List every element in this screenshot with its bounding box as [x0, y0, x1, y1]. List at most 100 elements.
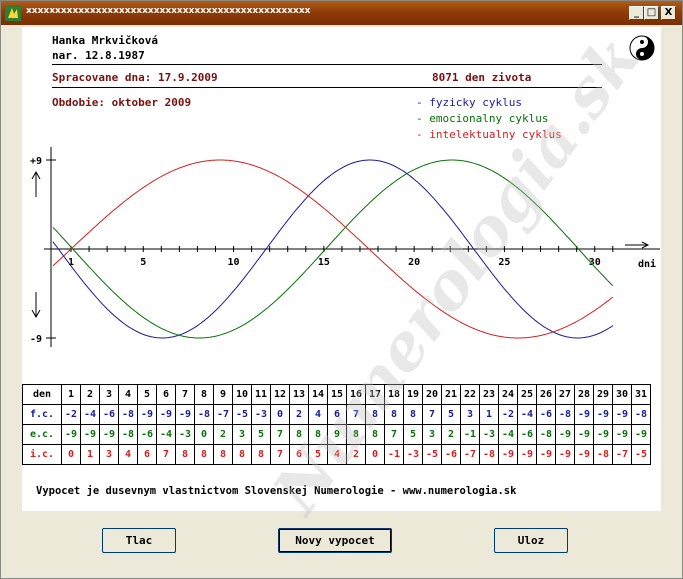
days-lived: 8071 den zivota [432, 71, 532, 84]
table-cell: 5 [308, 444, 328, 465]
table-cell: 26 [536, 384, 556, 405]
table-cell: -6 [536, 404, 556, 425]
table-cell: -9 [137, 404, 157, 425]
table-cell: 6 [327, 404, 347, 425]
table-cell: 30 [612, 384, 632, 405]
table-cell: 0 [61, 444, 81, 465]
table-cell: -6 [441, 444, 461, 465]
table-cell: -9 [61, 424, 81, 445]
table-cell: -3 [479, 424, 499, 445]
table-cell: -5 [232, 404, 252, 425]
table-cell: 21 [441, 384, 461, 405]
table-cell: 7 [270, 424, 290, 445]
table-cell: 5 [403, 424, 423, 445]
table-cell: 2 [213, 424, 233, 445]
table-cell: -5 [631, 444, 651, 465]
table-cell: -4 [80, 404, 100, 425]
x-tick-label: 15 [318, 257, 330, 268]
table-cell: 2 [289, 404, 309, 425]
table-cell: 1 [80, 444, 100, 465]
down-arrow [31, 292, 41, 319]
close-button[interactable]: X [661, 6, 676, 20]
yin-yang-icon [629, 35, 655, 61]
table-row: i.c. 0 1 3 4 6 7 8 8 8 8 8 7 6 5 4 2 0 -1 -3 -5 -6 -7 -8 -9 -9 -9-… [22, 444, 651, 465]
table-cell: -9 [517, 444, 537, 465]
row-label: e.c. [22, 424, 62, 445]
title-bar[interactable]: xxxxxxxxxxxxxxxxxxxxxxxxxxxxxxxxxxxxxxxx… [1, 1, 682, 25]
table-cell: 13 [289, 384, 309, 405]
table-cell: 23 [479, 384, 499, 405]
table-cell: 9 [213, 384, 233, 405]
table-cell: -9 [593, 424, 613, 445]
table-cell: 1 [61, 384, 81, 405]
table-cell: -9 [612, 424, 632, 445]
table-cell: -5 [422, 444, 442, 465]
table-cell: 8 [194, 384, 214, 405]
x-tick-label: 5 [140, 257, 146, 268]
table-cell: 9 [327, 424, 347, 445]
table-cell: -8 [479, 444, 499, 465]
table-cell: 6 [289, 444, 309, 465]
table-cell: 0 [270, 404, 290, 425]
table-cell: 0 [365, 444, 385, 465]
y-tick-label-top: +9 [30, 156, 42, 167]
table-cell: 11 [251, 384, 271, 405]
table-cell: -3 [251, 404, 271, 425]
table-cell: 8 [365, 404, 385, 425]
print-button[interactable]: Tlac [102, 528, 176, 553]
table-cell: 31 [631, 384, 651, 405]
table-cell: -6 [137, 424, 157, 445]
table-cell: 8 [346, 424, 366, 445]
up-arrow [31, 170, 41, 197]
table-cell: 7 [175, 384, 195, 405]
table-cell: 20 [422, 384, 442, 405]
new-calculation-button[interactable]: Novy vypocet [278, 528, 392, 553]
table-cell: 4 [327, 444, 347, 465]
minimize-button[interactable]: _ [629, 6, 644, 20]
table-cell: 8 [308, 424, 328, 445]
table-cell: 2 [441, 424, 461, 445]
table-cell: 27 [555, 384, 575, 405]
table-cell: 6 [156, 384, 176, 405]
row-label: den [22, 384, 62, 405]
table-cell: 8 [175, 444, 195, 465]
table-cell: -9 [612, 404, 632, 425]
biorhythm-chart: +9-91 5 10 15 20 25 30 dni [30, 147, 660, 347]
table-cell: -3 [403, 444, 423, 465]
table-cell: 8 [251, 444, 271, 465]
app-icon [5, 5, 21, 21]
report-sheet: Hanka Mrkvičková nar. 12.8.1987 Spracova… [22, 22, 661, 527]
table-cell: -6 [99, 404, 119, 425]
table-cell: -8 [631, 404, 651, 425]
table-cell: -8 [118, 404, 138, 425]
table-cell: 8 [365, 424, 385, 445]
row-label: f.c. [22, 404, 62, 425]
table-cell: 17 [365, 384, 385, 405]
table-cell: 29 [593, 384, 613, 405]
footer-note: Vypocet je dusevnym vlastnictvom Slovens… [36, 485, 517, 497]
table-cell: 1 [479, 404, 499, 425]
app-window: xxxxxxxxxxxxxxxxxxxxxxxxxxxxxxxxxxxxxxxx… [0, 0, 683, 579]
table-cell: 8 [384, 404, 404, 425]
save-button[interactable]: Uloz [494, 528, 568, 553]
table-cell: -4 [517, 404, 537, 425]
table-cell: -9 [574, 404, 594, 425]
maximize-button[interactable]: □ [644, 6, 659, 20]
values-table: den 1 2 3 4 5 6 7 8 9 10 11 12 13 14 15 16 17 18 19 20 21 22 23… [22, 384, 651, 465]
table-cell: 0 [194, 424, 214, 445]
table-cell: -9 [555, 424, 575, 445]
x-tick-label: 20 [408, 257, 420, 268]
y-tick-label-bottom: -9 [30, 334, 42, 345]
table-cell: 7 [422, 404, 442, 425]
table-cell: 3 [460, 404, 480, 425]
table-cell: -4 [156, 424, 176, 445]
table-cell: -9 [574, 444, 594, 465]
table-cell: 12 [270, 384, 290, 405]
table-cell: 3 [232, 424, 252, 445]
table-cell: 8 [194, 444, 214, 465]
person-name: Hanka Mrkvičková [52, 34, 158, 47]
table-cell: 7 [270, 444, 290, 465]
table-cell: 2 [80, 384, 100, 405]
table-cell: 3 [99, 384, 119, 405]
table-cell: 8 [289, 424, 309, 445]
